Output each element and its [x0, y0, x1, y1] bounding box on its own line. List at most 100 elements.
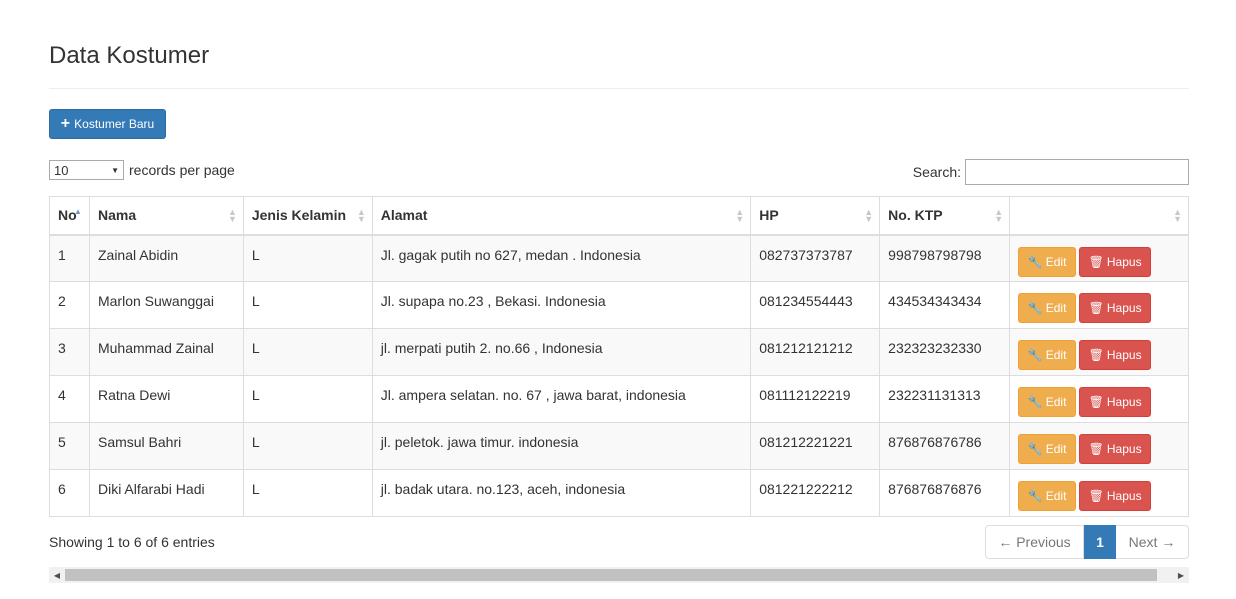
table-info: Showing 1 to 6 of 6 entries [49, 534, 215, 550]
edit-label: Edit [1045, 395, 1067, 409]
sort-icon: ▲ ▼ [864, 207, 874, 224]
cell-no: 4 [49, 375, 90, 423]
sort-icon: ▲ ▼ [227, 207, 237, 224]
pagination: ← Previous 1 Next → [985, 525, 1189, 559]
delete-button[interactable]: 🗑 Hapus [1079, 340, 1152, 370]
column-header-jenis-kelamin[interactable]: Jenis Kelamin ▲ ▼ [242, 196, 373, 236]
cell-hp: 081212121212 [750, 328, 881, 376]
records-per-page-label: records per page [129, 162, 235, 178]
cell-jenis-kelamin: L [242, 422, 373, 470]
trash-icon: 🗑 [1088, 348, 1104, 362]
cell-alamat: jl. badak utara. no.123, aceh, indonesia [371, 469, 752, 517]
delete-label: Hapus [1106, 301, 1142, 315]
cell-no-ktp: 998798798798 [879, 234, 1011, 282]
cell-nama: Diki Alfarabi Hadi [88, 469, 244, 517]
table-header-row: No ▲ Nama ▲ ▼ Jenis Kelamin ▲ ▼ Alamat ▲ ▼ HP ▲ ▼… [49, 196, 1189, 236]
cell-actions: 🔧 Edit 🗑 Hapus [1009, 281, 1189, 329]
cell-jenis-kelamin: L [242, 375, 373, 423]
column-header-no[interactable]: No ▲ [49, 196, 90, 236]
plus-icon: + [60, 115, 71, 132]
scroll-left-icon[interactable]: ◀ [49, 567, 65, 583]
sort-icon: ▲ ▼ [356, 207, 366, 224]
add-customer-button[interactable]: + Kostumer Baru [49, 109, 166, 139]
search-box: Search: [913, 159, 1189, 185]
scrollbar-thumb[interactable] [65, 569, 1157, 581]
cell-no-ktp: 876876876786 [879, 422, 1011, 470]
cell-alamat: jl. peletok. jawa timur. indonesia [371, 422, 752, 470]
cell-jenis-kelamin: L [242, 234, 373, 282]
column-header-alamat[interactable]: Alamat ▲ ▼ [371, 196, 752, 236]
trash-icon: 🗑 [1088, 301, 1104, 315]
cell-nama: Samsul Bahri [88, 422, 244, 470]
cell-nama: Marlon Suwanggai [88, 281, 244, 329]
cell-no-ktp: 434534343434 [879, 281, 1011, 329]
wrench-icon: 🔧 [1027, 254, 1043, 269]
records-per-page: 10 ▼ records per page [49, 159, 235, 181]
cell-actions: 🔧 Edit 🗑 Hapus [1009, 375, 1189, 423]
delete-label: Hapus [1106, 489, 1142, 503]
cell-no-ktp: 232231131313 [879, 375, 1011, 423]
edit-label: Edit [1045, 254, 1067, 269]
next-page-button[interactable]: Next → [1116, 525, 1189, 559]
cell-actions: 🔧 Edit 🗑 Hapus [1009, 469, 1189, 517]
edit-button[interactable]: 🔧 Edit [1018, 246, 1077, 277]
edit-button[interactable]: 🔧 Edit [1018, 340, 1077, 370]
delete-button[interactable]: 🗑 Hapus [1079, 434, 1152, 464]
column-header-actions[interactable]: ▲ ▼ [1009, 196, 1189, 236]
cell-alamat: Jl. ampera selatan. no. 67 , jawa barat,… [371, 375, 752, 423]
page-title: Data Kostumer [49, 42, 210, 69]
cell-hp: 081212221221 [750, 422, 881, 470]
wrench-icon: 🔧 [1027, 395, 1043, 409]
delete-button[interactable]: 🗑 Hapus [1079, 387, 1152, 417]
column-header-no-ktp[interactable]: No. KTP ▲ ▼ [879, 196, 1011, 236]
edit-button[interactable]: 🔧 Edit [1018, 481, 1077, 511]
wrench-icon: 🔧 [1027, 348, 1043, 362]
edit-label: Edit [1045, 348, 1067, 362]
cell-actions: 🔧 Edit 🗑 Hapus [1009, 422, 1189, 470]
edit-button[interactable]: 🔧 Edit [1018, 387, 1077, 417]
scroll-right-icon[interactable]: ▶ [1173, 567, 1189, 583]
add-customer-label: Kostumer Baru [74, 117, 155, 131]
search-label: Search: [912, 164, 961, 180]
cell-alamat: jl. merpati putih 2. no.66 , Indonesia [371, 328, 752, 376]
delete-button[interactable]: 🗑 Hapus [1079, 246, 1152, 277]
delete-button[interactable]: 🗑 Hapus [1079, 481, 1152, 511]
edit-button[interactable]: 🔧 Edit [1018, 434, 1077, 464]
delete-button[interactable]: 🗑 Hapus [1079, 293, 1152, 323]
cell-no-ktp: 876876876876 [879, 469, 1011, 517]
records-per-page-select[interactable]: 10 ▼ [49, 160, 124, 180]
previous-page-button[interactable]: ← Previous [985, 525, 1084, 559]
delete-label: Hapus [1106, 395, 1142, 409]
cell-jenis-kelamin: L [242, 328, 373, 376]
cell-no: 1 [49, 234, 90, 282]
trash-icon: 🗑 [1088, 489, 1104, 503]
horizontal-scrollbar[interactable]: ◀ ▶ [49, 567, 1189, 583]
column-header-nama[interactable]: Nama ▲ ▼ [88, 196, 244, 236]
cell-nama: Ratna Dewi [88, 375, 244, 423]
column-header-hp[interactable]: HP ▲ ▼ [750, 196, 881, 236]
cell-hp: 081112122219 [750, 375, 881, 423]
table-row: 4 Ratna Dewi L Jl. ampera selatan. no. 67 ,… [49, 375, 1189, 423]
cell-no: 5 [49, 422, 90, 470]
delete-label: Hapus [1106, 442, 1142, 456]
cell-alamat: Jl. gagak putih no 627, medan . Indonesi… [371, 234, 752, 282]
title-divider [49, 88, 1189, 89]
edit-button[interactable]: 🔧 Edit [1018, 293, 1077, 323]
delete-label: Hapus [1106, 348, 1142, 362]
delete-label: Hapus [1106, 254, 1142, 269]
cell-actions: 🔧 Edit 🗑 Hapus [1009, 234, 1189, 282]
edit-label: Edit [1045, 442, 1067, 456]
search-input[interactable] [965, 159, 1189, 185]
edit-label: Edit [1045, 489, 1067, 503]
records-per-page-value: 10 [54, 162, 69, 178]
wrench-icon: 🔧 [1027, 442, 1043, 456]
dropdown-arrow-icon: ▼ [111, 165, 119, 175]
edit-label: Edit [1045, 301, 1067, 315]
page-1-button[interactable]: 1 [1084, 525, 1116, 559]
wrench-icon: 🔧 [1027, 489, 1043, 503]
cell-jenis-kelamin: L [242, 281, 373, 329]
cell-no: 6 [49, 469, 90, 517]
table-row: 1 Zainal Abidin L Jl. gagak putih no 627, m… [49, 234, 1189, 282]
sort-icon: ▲ ▼ [1173, 207, 1182, 224]
table-row: 5 Samsul Bahri Ljl. peletok. jawa timur. i… [49, 422, 1189, 470]
